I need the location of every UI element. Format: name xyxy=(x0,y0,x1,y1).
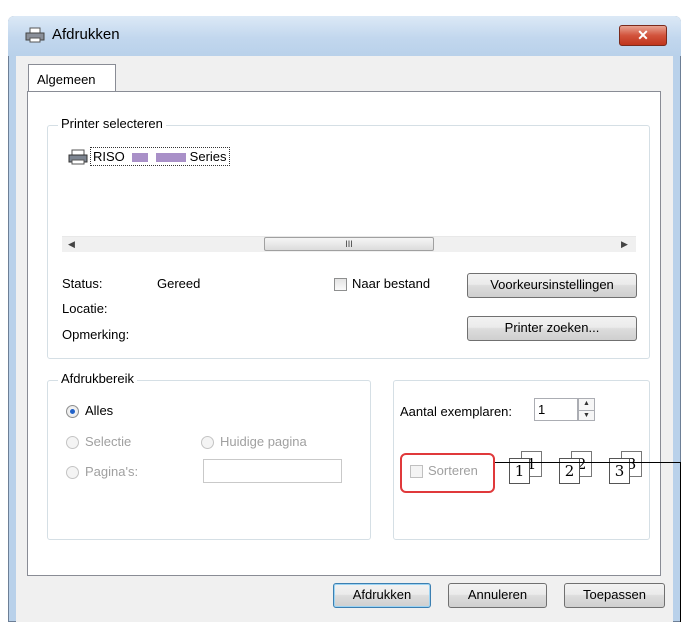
window-title: Afdrukken xyxy=(52,26,120,43)
printer-device-icon xyxy=(68,149,88,165)
selection-label: Selectie xyxy=(85,434,132,449)
print-range-legend: Afdrukbereik xyxy=(58,371,137,386)
scroll-right-icon[interactable]: ▶ xyxy=(621,239,628,250)
pages-label: Pagina's: xyxy=(85,464,139,479)
printer-icon xyxy=(25,27,45,43)
printer-select-legend: Printer selecteren xyxy=(58,116,166,131)
print-to-file-checkbox[interactable] xyxy=(334,278,347,291)
location-label: Locatie: xyxy=(62,301,108,316)
print-button[interactable]: Afdrukken xyxy=(333,583,431,608)
selection-radio[interactable] xyxy=(66,436,79,449)
spin-down-icon[interactable]: ▼ xyxy=(579,411,594,420)
copies-label: Aantal exemplaren: xyxy=(400,404,513,419)
callout-line xyxy=(495,462,681,463)
close-icon[interactable]: ✕ xyxy=(619,25,667,46)
apply-button[interactable]: Toepassen xyxy=(564,583,665,608)
scroll-left-icon[interactable]: ◀ xyxy=(68,239,75,250)
all-pages-radio[interactable] xyxy=(66,405,79,418)
print-to-file-label: Naar bestand xyxy=(352,276,431,291)
scrollbar-thumb[interactable]: III xyxy=(264,237,434,251)
redacted-text xyxy=(156,153,187,163)
collate-highlight xyxy=(400,453,495,493)
find-printer-button[interactable]: Printer zoeken... xyxy=(467,316,637,341)
printer-name-start: RISO xyxy=(93,149,125,164)
pages-input[interactable] xyxy=(203,459,342,483)
comment-label: Opmerking: xyxy=(62,327,130,342)
status-label: Status: xyxy=(62,276,103,291)
copies-input[interactable]: 1 xyxy=(534,398,578,421)
printer-list-item[interactable]: RISO Series xyxy=(90,147,230,166)
copies-spinner[interactable]: ▲ ▼ xyxy=(578,398,595,421)
cancel-button[interactable]: Annuleren xyxy=(448,583,547,608)
spin-up-icon[interactable]: ▲ xyxy=(579,399,594,411)
current-page-label: Huidige pagina xyxy=(220,434,307,449)
tab-general[interactable]: Algemeen xyxy=(28,64,116,92)
printer-name-end: Series xyxy=(189,149,227,164)
status-value: Gereed xyxy=(157,276,201,291)
current-page-radio[interactable] xyxy=(201,436,214,449)
all-pages-label: Alles xyxy=(85,403,114,418)
pages-radio[interactable] xyxy=(66,466,79,479)
redacted-text xyxy=(132,153,149,163)
preferences-button[interactable]: Voorkeursinstellingen xyxy=(467,273,637,298)
